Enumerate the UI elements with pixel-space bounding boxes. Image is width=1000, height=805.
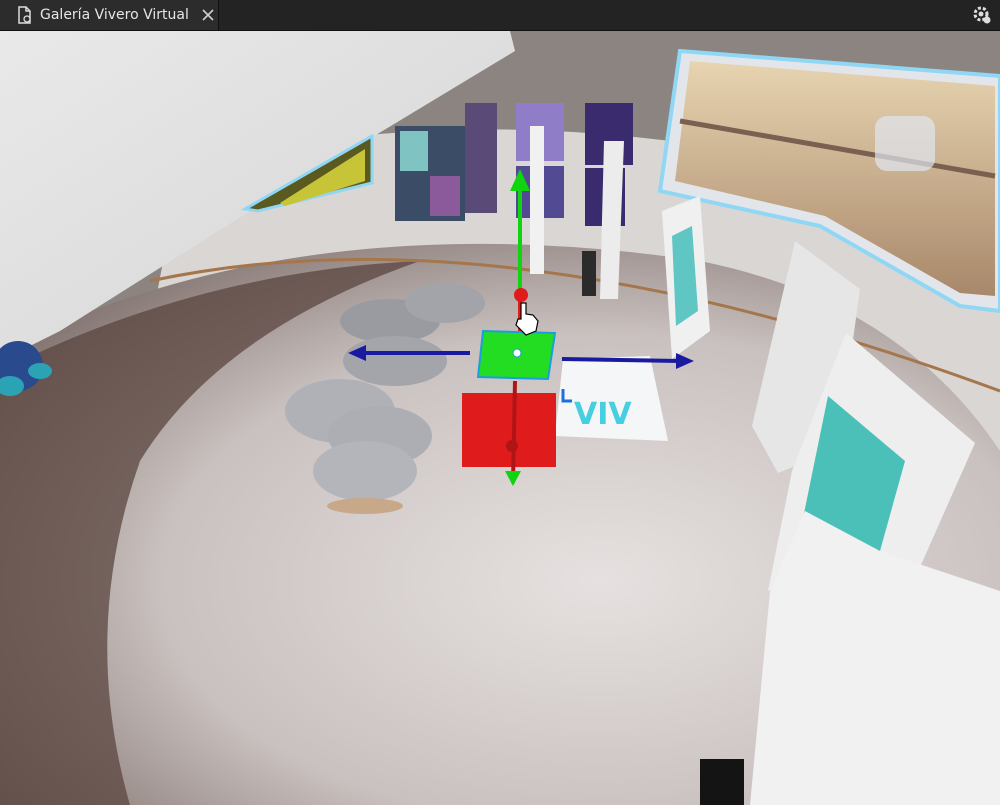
poster-collage-2 [465,103,497,213]
floor-object [700,759,744,805]
3d-viewport[interactable]: VIV [0,31,1000,805]
close-icon[interactable] [201,8,215,22]
ottoman-base [327,498,403,514]
gizmo-z-handle[interactable] [514,288,528,302]
figure-foot [28,363,52,379]
gear-icon[interactable] [972,5,992,25]
ottoman[interactable] [405,283,485,323]
tab-galeria-vivero-virtual[interactable]: Galería Vivero Virtual [0,0,219,30]
ottoman[interactable] [343,336,447,386]
gizmo-z-handle-down[interactable] [506,440,518,452]
poster-tile [400,131,428,171]
speaker [582,251,596,296]
tab-title: Galería Vivero Virtual [40,7,189,23]
gizmo-z-axis-down[interactable] [511,380,517,484]
gizmo-selected-part[interactable] [462,393,556,467]
tab-bar: Galería Vivero Virtual [0,0,1000,31]
document-icon [18,6,31,24]
pillar [530,126,544,274]
decal-text: VIV [574,397,632,432]
view-cube[interactable] [875,116,935,171]
ottoman[interactable] [313,441,417,501]
gizmo-x-axis-pos[interactable] [561,357,681,363]
poster-tile [430,176,460,216]
gizmo-center[interactable] [512,348,522,358]
scene-render: VIV [0,31,1000,805]
